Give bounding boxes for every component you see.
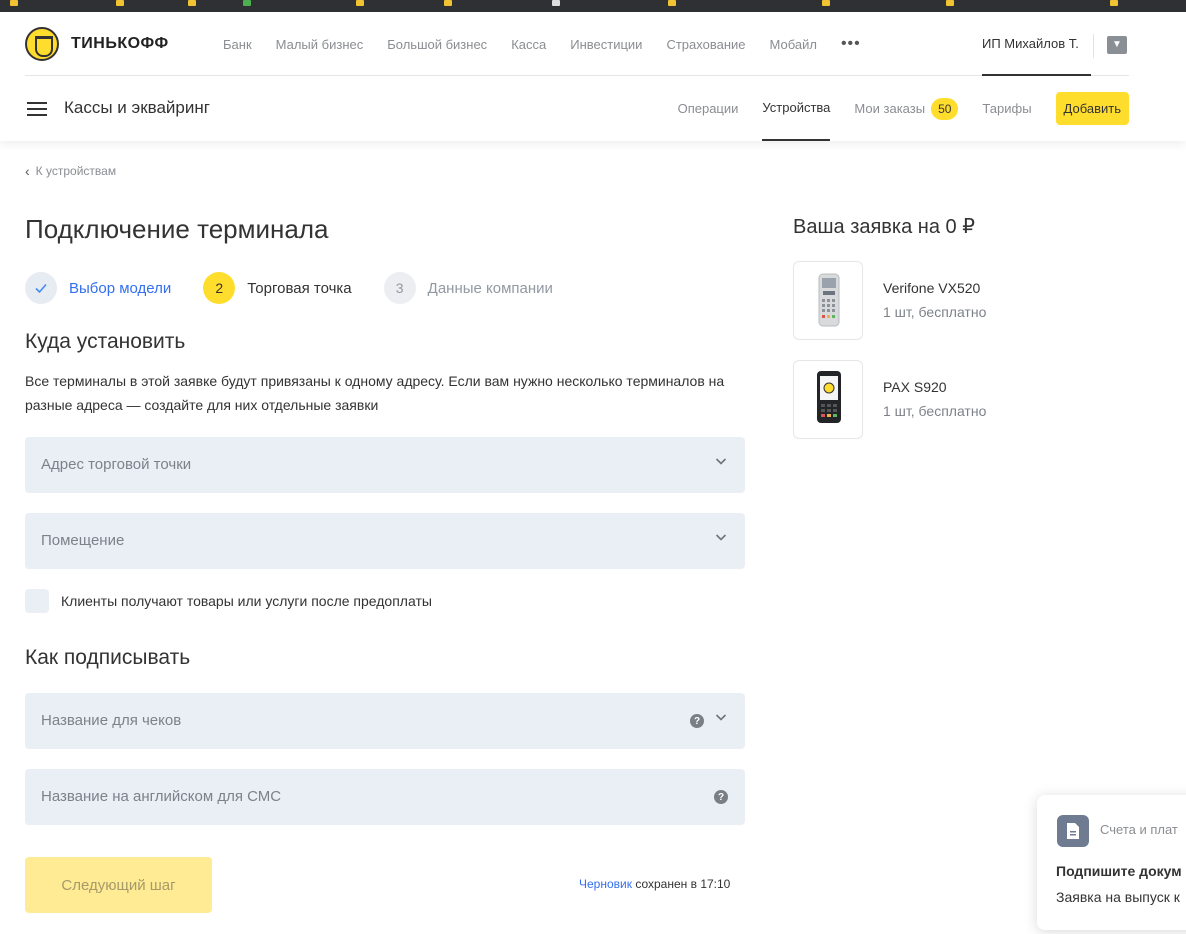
step-number: 2 [203,272,236,304]
item-name: PAX S920 [883,379,947,395]
notification-popup[interactable]: Счета и плат Подпишите докум Заявка на в… [1037,795,1186,930]
notification-title: Подпишите докум [1056,863,1182,879]
field-label: Помещение [41,532,125,549]
menu-item-mobile[interactable]: Мобайл [770,37,817,52]
step-trade-point: 2 Торговая точка [203,272,352,304]
document-icon [1057,815,1089,847]
top-navigation: ТИНЬКОФФ Банк Малый бизнес Большой бизне… [25,12,1129,76]
stepper: Выбор модели 2 Торговая точка 3 Данные к… [25,272,585,304]
tab-my-orders[interactable]: Мои заказы 50 [854,76,959,141]
draft-status: Черновик сохранен в 17:10 [579,877,730,891]
step-number: 3 [383,272,416,304]
main-menu: Банк Малый бизнес Большой бизнес Касса И… [223,12,861,76]
tab-label: Операции [677,101,739,116]
more-menu-icon[interactable]: ••• [841,35,861,53]
order-title: Ваша заявка на 0 ₽ [793,216,975,238]
tab-label: Устройства [762,100,831,115]
section-title: Кассы и эквайринг [64,98,210,117]
next-step-button[interactable]: Следующий шаг [25,857,212,913]
add-button[interactable]: Добавить [1055,92,1129,125]
draft-link[interactable]: Черновик [579,877,632,891]
menu-item-bank[interactable]: Банк [223,37,252,52]
sign-section-title: Как подписывать [25,646,191,669]
user-menu-chevron-icon[interactable]: ▼ [1107,36,1127,54]
field-label: Адрес торговой точки [41,456,192,473]
help-icon[interactable]: ? [714,790,728,804]
step-label: Торговая точка [247,279,352,297]
item-quantity: 1 шт, бесплатно [883,304,987,320]
hamburger-menu-icon[interactable] [27,102,47,116]
brand-logo[interactable]: ТИНЬКОФФ [25,27,169,61]
item-quantity: 1 шт, бесплатно [883,403,987,419]
browser-bookmarks-strip [0,0,1186,12]
tab-label: Мои заказы [854,101,926,116]
step-model-selection[interactable]: Выбор модели [25,272,171,304]
item-name: Verifone VX520 [883,280,981,296]
notification-text: Заявка на выпуск к [1056,889,1180,905]
orders-count-badge: 50 [931,97,959,120]
field-label: Название для чеков [41,712,182,729]
install-section-title: Куда установить [25,330,186,353]
verifone-terminal-image [793,261,863,340]
field-label: Название на английском для СМС [41,788,282,805]
menu-item-small-business[interactable]: Малый бизнес [276,37,364,52]
order-item: Verifone VX520 1 шт, бесплатно [793,261,1093,341]
address-select[interactable]: Адрес торговой точки [25,437,745,493]
order-item: PAX S920 1 шт, бесплатно [793,360,1093,440]
menu-item-investments[interactable]: Инвестиции [570,37,642,52]
step-label: Выбор модели [69,279,172,297]
page-title: Подключение терминала [25,214,329,244]
back-to-devices-link[interactable]: ‹ К устройствам [25,163,116,179]
prepay-checkbox[interactable] [25,589,49,613]
checkmark-icon [25,272,57,304]
chevron-down-icon [715,458,727,465]
tab-devices[interactable]: Устройства [762,76,831,141]
tab-label: Тарифы [982,101,1032,116]
user-name[interactable]: ИП Михайлов Т. [982,12,1091,76]
room-select[interactable]: Помещение [25,513,745,569]
section-navigation: Кассы и эквайринг Операции Устройства Мо… [0,76,1186,141]
brand-emblem-icon [25,27,59,61]
back-link-label: К устройствам [35,164,117,178]
divider [1093,34,1094,58]
help-icon[interactable]: ? [690,714,704,728]
step-company-data: 3 Данные компании [383,272,553,304]
notification-app-name: Счета и плат [1100,822,1178,837]
tab-operations[interactable]: Операции [678,76,739,141]
prepay-checkbox-row: Клиенты получают товары или услуги после… [25,589,432,613]
checkbox-label[interactable]: Клиенты получают товары или услуги после… [61,593,432,609]
chevron-down-icon [715,534,727,541]
menu-item-big-business[interactable]: Большой бизнес [387,37,487,52]
menu-item-insurance[interactable]: Страхование [666,37,745,52]
menu-item-kassa[interactable]: Касса [511,37,546,52]
receipt-name-select[interactable]: Название для чеков ? [25,693,745,749]
install-section-description: Все терминалы в этой заявке будут привяз… [25,373,725,413]
sms-name-input[interactable]: Название на английском для СМС ? [25,769,745,825]
step-label: Данные компании [427,279,553,297]
brand-name: ТИНЬКОФФ [71,35,169,52]
tab-tariffs[interactable]: Тарифы [982,76,1031,141]
section-tabs: Операции Устройства Мои заказы 50 Тарифы… [654,76,1129,141]
chevron-down-icon [715,714,727,721]
draft-saved-text: сохранен в 17:10 [635,877,731,891]
pax-terminal-image [793,360,863,439]
chevron-left-icon: ‹ [25,163,30,179]
